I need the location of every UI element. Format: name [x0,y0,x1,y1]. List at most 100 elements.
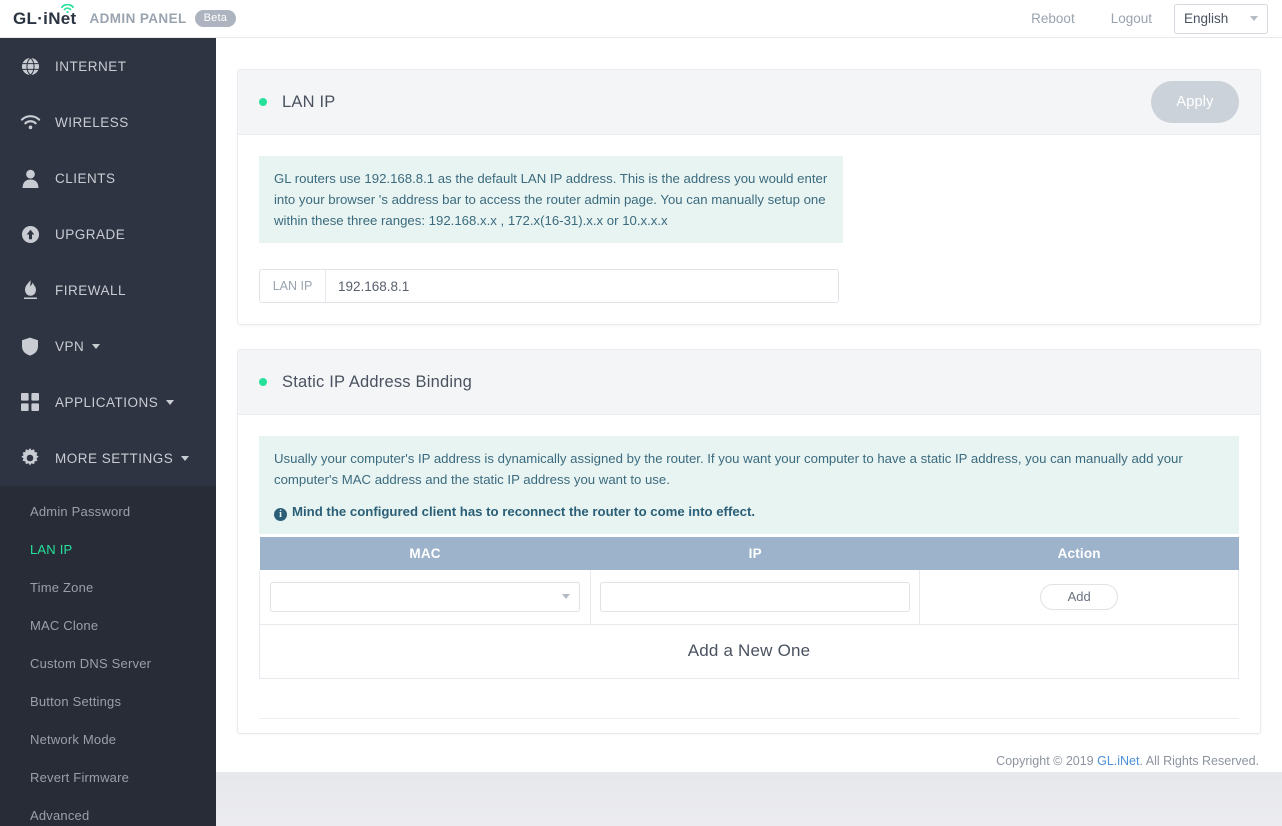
chevron-down-icon [562,594,571,600]
static-ip-binding-card: Static IP Address Binding Usually your c… [237,349,1261,734]
gl-inet-link[interactable]: GL.iNet [1097,754,1139,768]
more-settings-submenu: Admin Password LAN IP Time Zone MAC Clon… [0,486,216,826]
static-ip-info-text: Usually your computer's IP address is dy… [274,451,1183,487]
chevron-down-icon [1250,16,1258,21]
lan-ip-field-label: LAN IP [260,270,326,302]
add-button[interactable]: Add [1040,583,1119,610]
reboot-link[interactable]: Reboot [1031,11,1075,26]
status-dot-icon [259,378,267,386]
sidebar-subitem-admin-password[interactable]: Admin Password [0,492,216,530]
sidebar-subitem-revert-firmware[interactable]: Revert Firmware [0,758,216,796]
brand: GL·iNet ADMIN PANEL Beta [0,3,237,29]
table-row: Add [258,570,1239,625]
chevron-down-icon [92,343,101,349]
sidebar-item-label: UPGRADE [55,226,126,242]
sidebar-subitem-mac-clone[interactable]: MAC Clone [0,606,216,644]
info-circle-icon: i [274,508,287,521]
sidebar-subitem-label: Custom DNS Server [30,655,152,671]
table-body: Add Add a New One [258,570,1239,679]
column-header-ip: IP [590,537,920,570]
globe-icon [18,54,42,78]
table-header: MAC IP Action [259,537,1239,570]
ip-input[interactable] [600,581,911,612]
bottom-strip [216,772,1282,826]
lan-ip-field-row: LAN IP [259,269,839,303]
footer-copyright: Copyright © 2019 GL.iNet. All Rights Res… [216,734,1282,768]
wifi-arc-icon [61,3,74,13]
sidebar-subitem-label: Button Settings [30,693,122,709]
sidebar-item-clients[interactable]: CLIENTS [0,150,216,206]
lan-ip-card: LAN IP Apply GL routers use 192.168.8.1 … [237,69,1261,325]
static-ip-info-note-text: Mind the configured client has to reconn… [292,504,756,519]
sidebar-item-label: VPN [55,338,85,354]
column-header-mac: MAC [259,537,591,570]
lan-ip-card-body: GL routers use 192.168.8.1 as the defaul… [238,135,1260,324]
sidebar-item-label: APPLICATIONS [55,394,159,410]
cell-mac [258,570,592,625]
sidebar-subitem-label: Admin Password [30,503,131,519]
gear-icon [18,446,42,470]
apply-button[interactable]: Apply [1151,81,1239,123]
admin-panel-subtitle: ADMIN PANEL [89,11,187,26]
sidebar-subitem-button-settings[interactable]: Button Settings [0,682,216,720]
add-new-row[interactable]: Add a New One [259,624,1239,679]
static-ip-binding-card-body: Usually your computer's IP address is dy… [238,415,1260,700]
logo: GL·iNet [13,3,76,29]
table-header-row: MAC IP Action [259,537,1239,570]
sidebar-item-label: INTERNET [55,58,127,74]
static-ip-info-box: Usually your computer's IP address is dy… [259,436,1239,534]
sidebar-subitem-lan-ip[interactable]: LAN IP [0,530,216,568]
add-new-one-label[interactable]: Add a New One [259,624,1239,679]
sidebar-subitem-time-zone[interactable]: Time Zone [0,568,216,606]
upload-circle-icon [18,222,42,246]
static-ip-binding-card-header: Static IP Address Binding [238,350,1260,415]
beta-badge: Beta [194,10,237,27]
page-title: LAN IP [282,92,336,111]
grid-icon [18,390,42,414]
sidebar-item-more-settings[interactable]: MORE SETTINGS [0,430,216,486]
sidebar-subitem-label: Revert Firmware [30,769,130,785]
sidebar-item-wireless[interactable]: WIRELESS [0,94,216,150]
column-header-action: Action [919,537,1239,570]
sidebar-subitem-label: Time Zone [30,579,94,595]
sidebar-subitem-network-mode[interactable]: Network Mode [0,720,216,758]
copyright-prefix: Copyright © 2019 [996,753,1098,768]
static-binding-table: MAC IP Action Add Add a New One [258,537,1239,679]
sidebar-subitem-custom-dns-server[interactable]: Custom DNS Server [0,644,216,682]
sidebar-item-vpn[interactable]: VPN [0,318,216,374]
lan-ip-card-header: LAN IP Apply [238,70,1260,135]
sidebar-subitem-advanced[interactable]: Advanced [0,796,216,826]
sidebar-item-label: WIRELESS [55,114,129,130]
static-ip-info-note: i Mind the configured client has to recon… [274,501,1224,522]
sidebar-subitem-label: Network Mode [30,731,117,747]
sidebar-item-upgrade[interactable]: UPGRADE [0,206,216,262]
sidebar-item-label: FIREWALL [55,282,127,298]
main-content: LAN IP Apply GL routers use 192.168.8.1 … [216,38,1282,772]
sidebar-subitem-label: Advanced [30,807,90,823]
shield-icon [18,334,42,358]
sidebar-item-label: CLIENTS [55,170,116,186]
top-bar: GL·iNet ADMIN PANEL Beta Reboot Logout E… [0,0,1282,38]
sidebar-item-internet[interactable]: INTERNET [0,38,216,94]
cell-action: Add [919,570,1239,625]
language-select-value: English [1184,11,1229,26]
wifi-icon [18,110,42,134]
chevron-down-icon [166,399,175,405]
language-select[interactable]: English [1174,3,1268,34]
sidebar-subitem-label: MAC Clone [30,617,99,633]
flame-icon [18,278,42,302]
cell-ip [590,570,921,625]
sidebar-item-applications[interactable]: APPLICATIONS [0,374,216,430]
sidebar-item-label: MORE SETTINGS [55,450,174,466]
lan-ip-input[interactable] [326,270,838,302]
sidebar-item-firewall[interactable]: FIREWALL [0,262,216,318]
sidebar-subitem-label: LAN IP [30,541,73,557]
status-dot-icon [259,98,267,106]
top-bar-actions: Reboot Logout English [1031,3,1282,34]
copyright-suffix: . All Rights Reserved. [1139,753,1260,768]
sidebar: INTERNET WIRELESS CLIENTS UPGRADE FIREWA… [0,38,216,826]
logout-link[interactable]: Logout [1111,11,1152,26]
mac-select[interactable] [270,581,581,612]
section-title: Static IP Address Binding [282,372,472,391]
user-icon [18,166,42,190]
